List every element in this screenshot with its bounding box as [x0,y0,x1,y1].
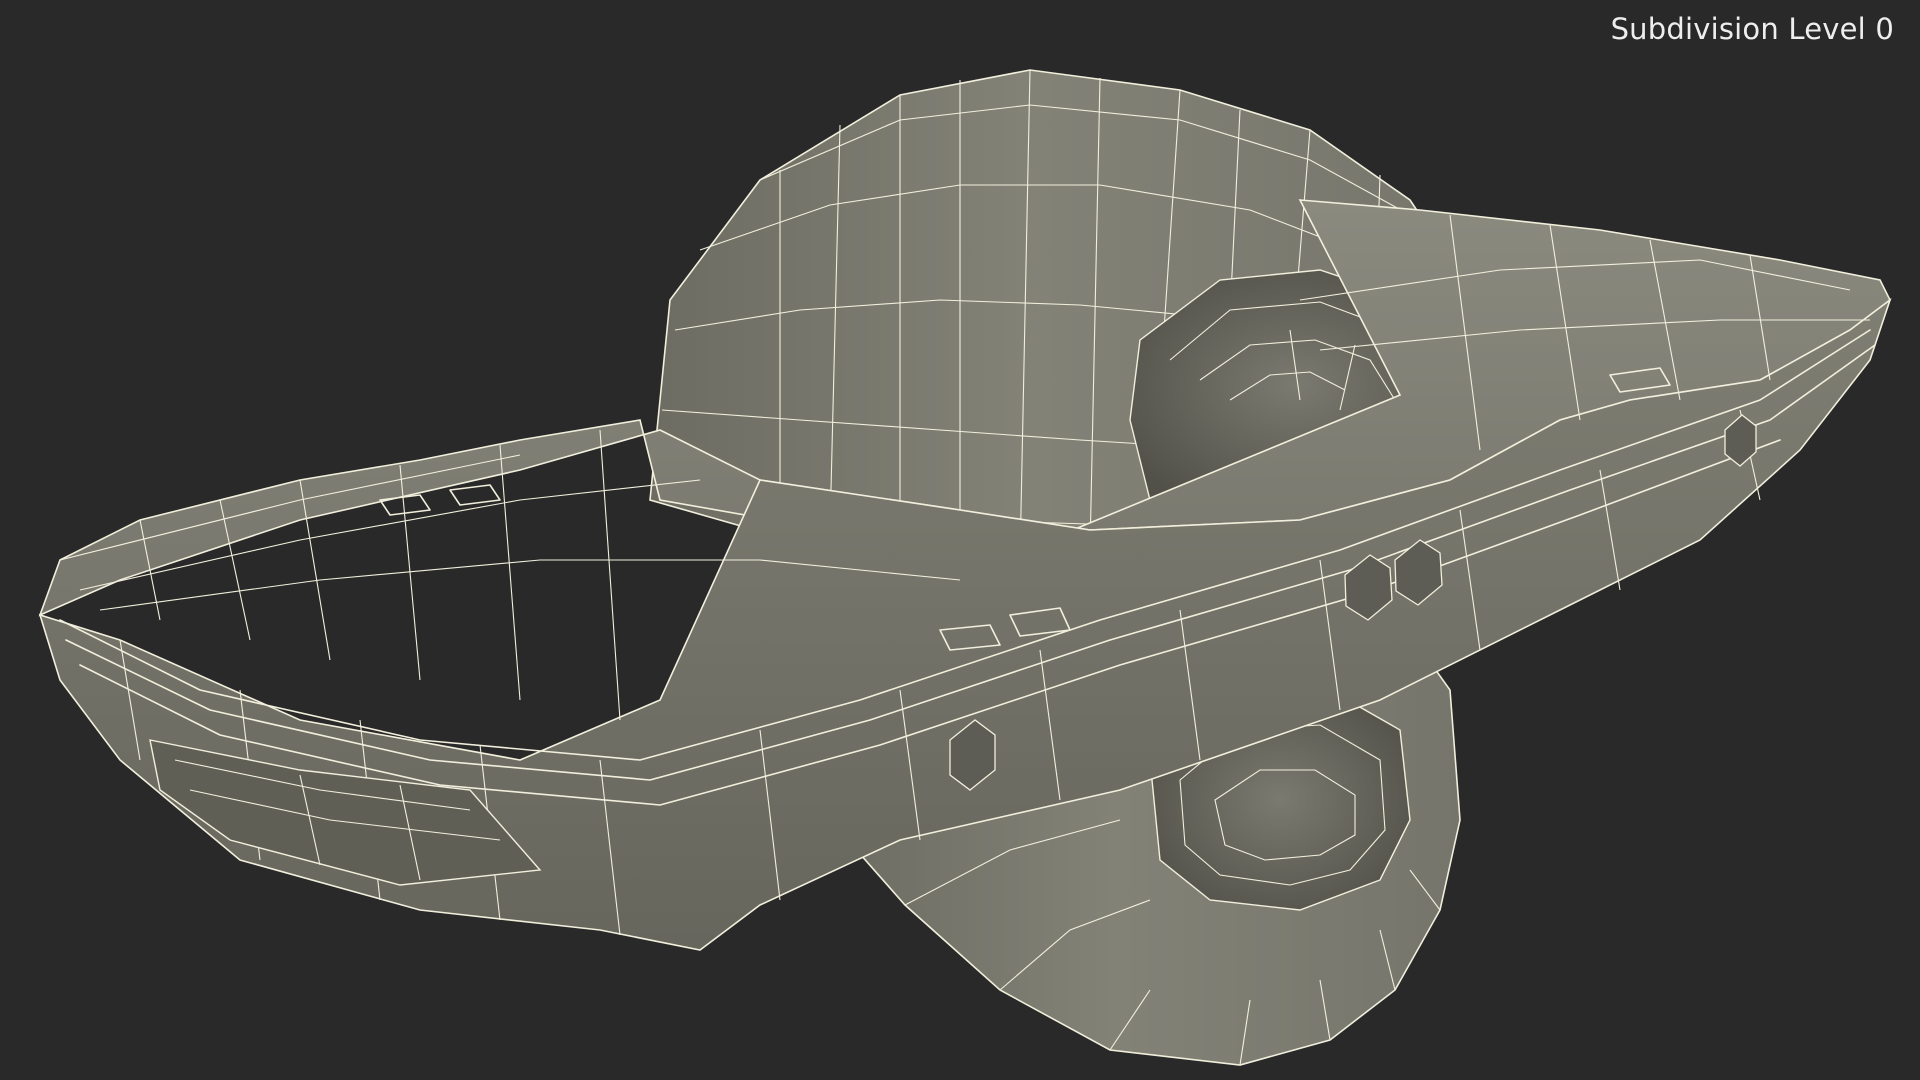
wireframe-model-render [38,69,1892,1066]
subdivision-level-label: Subdivision Level 0 [1610,12,1894,46]
3d-viewport[interactable]: Subdivision Level 0 [0,0,1920,1080]
